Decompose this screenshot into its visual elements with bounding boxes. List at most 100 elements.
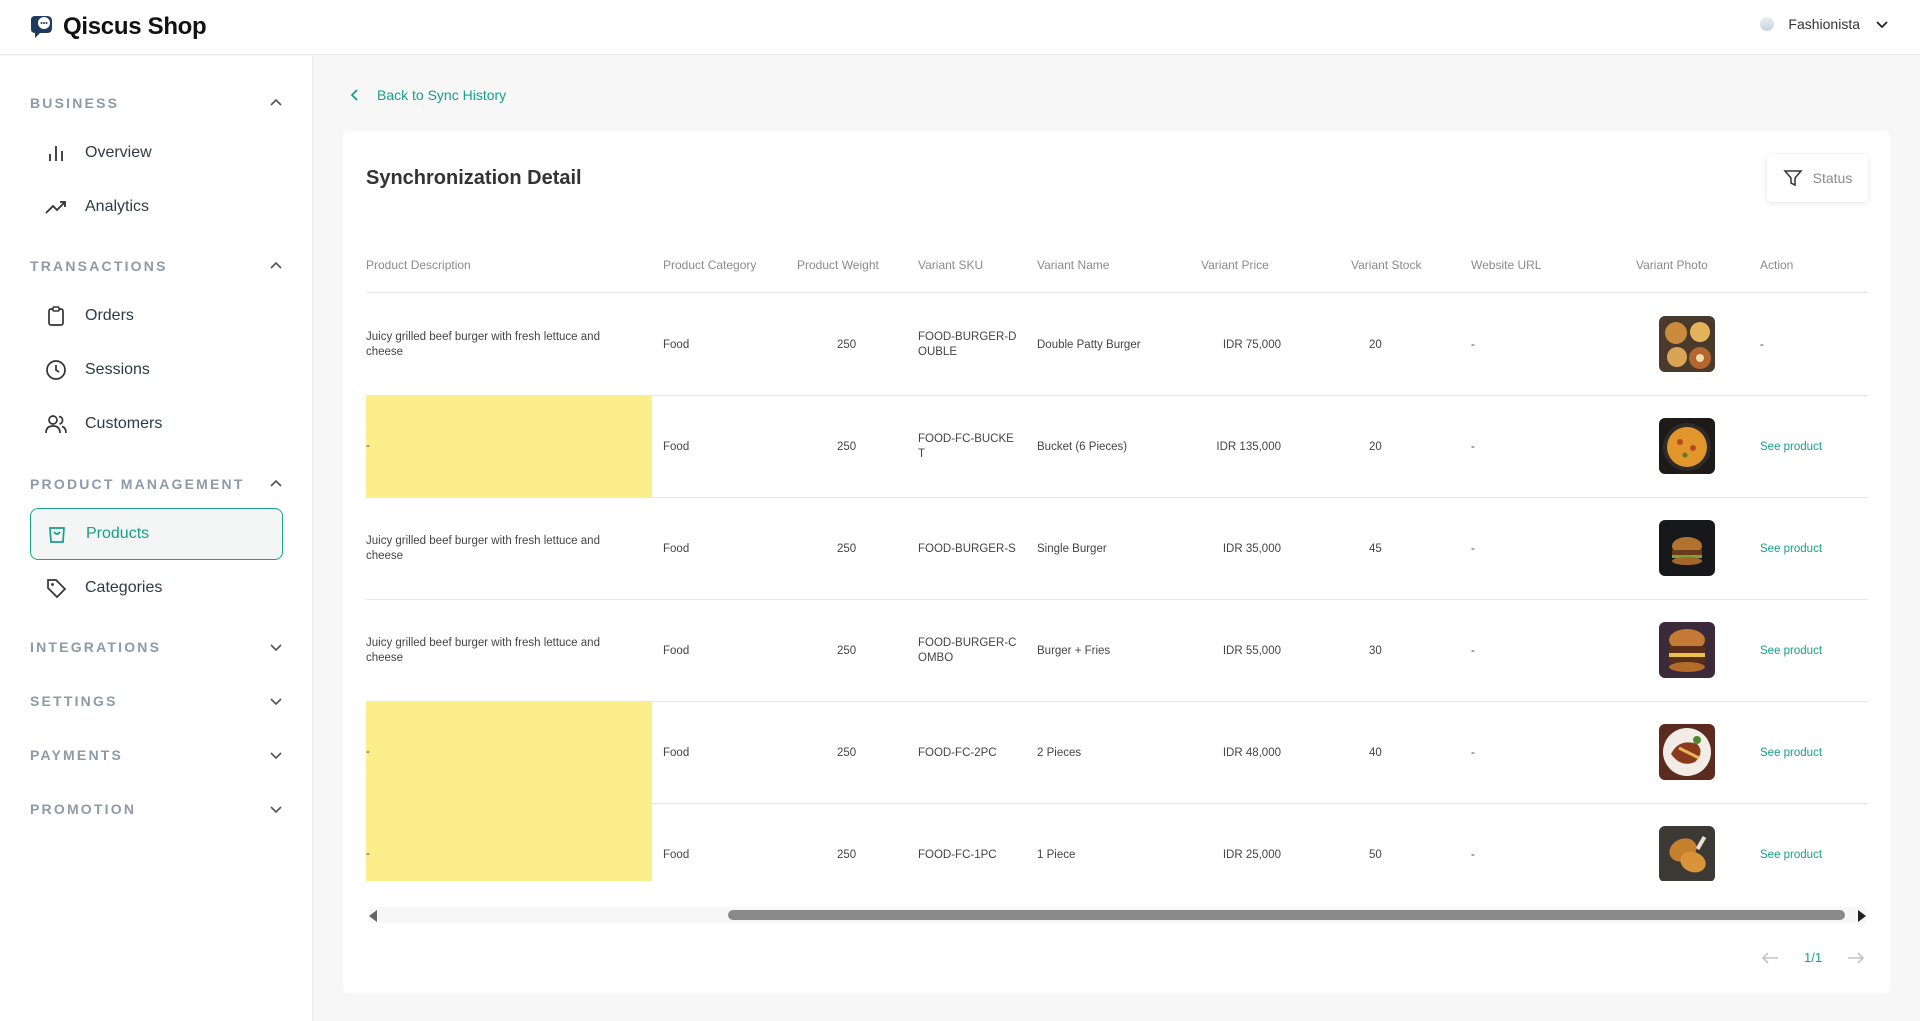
sidebar-item-label: Categories (85, 579, 163, 596)
col-product-category: Product Category (663, 258, 757, 272)
sidebar-item-label: Products (86, 525, 150, 542)
cell-url: - (1471, 339, 1475, 351)
cell-description: Juicy grilled beef burger with fresh let… (366, 535, 600, 562)
cell-weight: 250 (837, 543, 857, 555)
table-row: - Food 250 FOOD-FC-1PC 1 Piece IDR 25,00… (366, 804, 1868, 881)
sidebar-item-overview[interactable]: Overview (30, 127, 283, 179)
sidebar-item-sessions[interactable]: Sessions (30, 344, 283, 396)
chevron-left-icon (350, 89, 358, 101)
arrow-right-icon[interactable] (1846, 951, 1866, 965)
variant-photo-steak-plate (1659, 724, 1715, 780)
section-promotion[interactable]: PROMOTION (30, 798, 284, 820)
chevron-up-icon[interactable] (268, 95, 284, 111)
section-label: TRANSACTIONS (30, 258, 168, 274)
table-row: Juicy grilled beef burger with fresh let… (366, 600, 1868, 702)
col-product-description: Product Description (366, 258, 471, 272)
chevron-down-icon[interactable] (268, 801, 284, 817)
shopping-bag-icon (45, 522, 69, 546)
section-label: BUSINESS (30, 95, 120, 111)
sidebar-item-products[interactable]: Products (30, 508, 283, 560)
status-filter-label: Status (1812, 170, 1853, 186)
cell-url: - (1471, 441, 1475, 453)
col-variant-stock: Variant Stock (1351, 258, 1422, 272)
user-menu[interactable]: Fashionista (1760, 16, 1890, 32)
chevron-down-icon[interactable] (1874, 16, 1890, 32)
see-product-link[interactable]: See product (1760, 644, 1822, 659)
cell-stock: 30 (1369, 645, 1382, 657)
chevron-down-icon[interactable] (268, 747, 284, 763)
sidebar-item-analytics[interactable]: Analytics (30, 181, 283, 233)
table-header: Product Description Product Category Pro… (366, 241, 1868, 293)
sidebar-item-orders[interactable]: Orders (30, 290, 283, 342)
avatar (1760, 17, 1775, 31)
cell-description: Juicy grilled beef burger with fresh let… (366, 331, 600, 358)
scroll-left-arrow-icon[interactable] (369, 910, 377, 922)
col-variant-photo: Variant Photo (1636, 258, 1708, 272)
tag-icon (44, 576, 68, 600)
cell-category: Food (663, 747, 690, 759)
see-product-link[interactable]: See product (1760, 848, 1822, 863)
section-label: PAYMENTS (30, 747, 124, 763)
cell-price: IDR 25,000 (1222, 849, 1281, 861)
cell-weight: 250 (837, 441, 857, 453)
cell-stock: 50 (1369, 849, 1382, 861)
chevron-up-icon[interactable] (268, 476, 284, 492)
section-product-management[interactable]: PRODUCT MANAGEMENT (30, 473, 284, 495)
cell-sku: FOOD-FC-BUCKET (918, 433, 1014, 460)
cell-price: IDR 75,000 (1222, 339, 1281, 351)
table-horizontal-scrollbar[interactable] (369, 907, 1866, 923)
logo[interactable]: Qiscus Shop (28, 13, 207, 41)
cell-weight: 250 (837, 747, 857, 759)
section-settings[interactable]: SETTINGS (30, 690, 284, 712)
cell-url: - (1471, 747, 1475, 759)
col-product-weight: Product Weight (797, 258, 879, 272)
cell-category: Food (663, 849, 690, 861)
cell-sku: FOOD-BURGER-DOUBLE (918, 331, 1017, 358)
clock-icon (44, 358, 68, 382)
section-business[interactable]: BUSINESS (30, 92, 284, 114)
scroll-right-arrow-icon[interactable] (1858, 910, 1866, 922)
section-label: INTEGRATIONS (30, 639, 162, 655)
table-row: - Food 250 FOOD-FC-BUCKET Bucket (6 Piec… (366, 396, 1868, 498)
variant-photo-burger-combo (1659, 622, 1715, 678)
cell-variant-name: Bucket (6 Pieces) (1037, 441, 1128, 453)
chevron-down-icon[interactable] (268, 639, 284, 655)
section-integrations[interactable]: INTEGRATIONS (30, 636, 284, 658)
cell-url: - (1471, 645, 1475, 657)
table-row: Juicy grilled beef burger with fresh let… (366, 498, 1868, 600)
user-name: Fashionista (1788, 16, 1860, 32)
cell-sku: FOOD-FC-1PC (918, 849, 997, 861)
app-title: Qiscus Shop (63, 13, 207, 40)
cell-variant-name: 2 Pieces (1037, 747, 1082, 759)
cell-url: - (1471, 849, 1475, 861)
users-icon (44, 412, 68, 436)
cell-variant-name: Single Burger (1037, 543, 1107, 555)
see-product-link[interactable]: See product (1760, 542, 1822, 557)
sidebar-item-categories[interactable]: Categories (30, 562, 283, 614)
section-payments[interactable]: PAYMENTS (30, 744, 284, 766)
sidebar-item-label: Orders (85, 307, 134, 324)
trending-up-icon (44, 195, 68, 219)
variant-photo-food-platter (1659, 316, 1715, 372)
see-product-link[interactable]: See product (1760, 440, 1822, 455)
highlighted-description-cell: - (366, 396, 652, 498)
back-to-sync-history-link[interactable]: Back to Sync History (348, 87, 506, 103)
chevron-up-icon[interactable] (268, 258, 284, 274)
highlighted-description-cell: - (366, 804, 652, 881)
clipboard-icon (44, 304, 68, 328)
cell-stock: 40 (1369, 747, 1382, 759)
bar-chart-icon (44, 141, 68, 165)
cell-stock: 45 (1369, 543, 1382, 555)
sidebar-item-label: Sessions (85, 361, 150, 378)
arrow-left-icon[interactable] (1760, 951, 1780, 965)
sidebar-item-label: Analytics (85, 198, 150, 215)
section-transactions[interactable]: TRANSACTIONS (30, 255, 284, 277)
page-indicator: 1/1 (1804, 950, 1823, 965)
see-product-link[interactable]: See product (1760, 746, 1822, 761)
cell-price: IDR 35,000 (1222, 543, 1281, 555)
status-filter-button[interactable]: Status (1767, 154, 1868, 202)
cell-description: Juicy grilled beef burger with fresh let… (366, 637, 600, 664)
chevron-down-icon[interactable] (268, 693, 284, 709)
scrollbar-thumb[interactable] (728, 910, 1845, 920)
sidebar-item-customers[interactable]: Customers (30, 398, 283, 450)
